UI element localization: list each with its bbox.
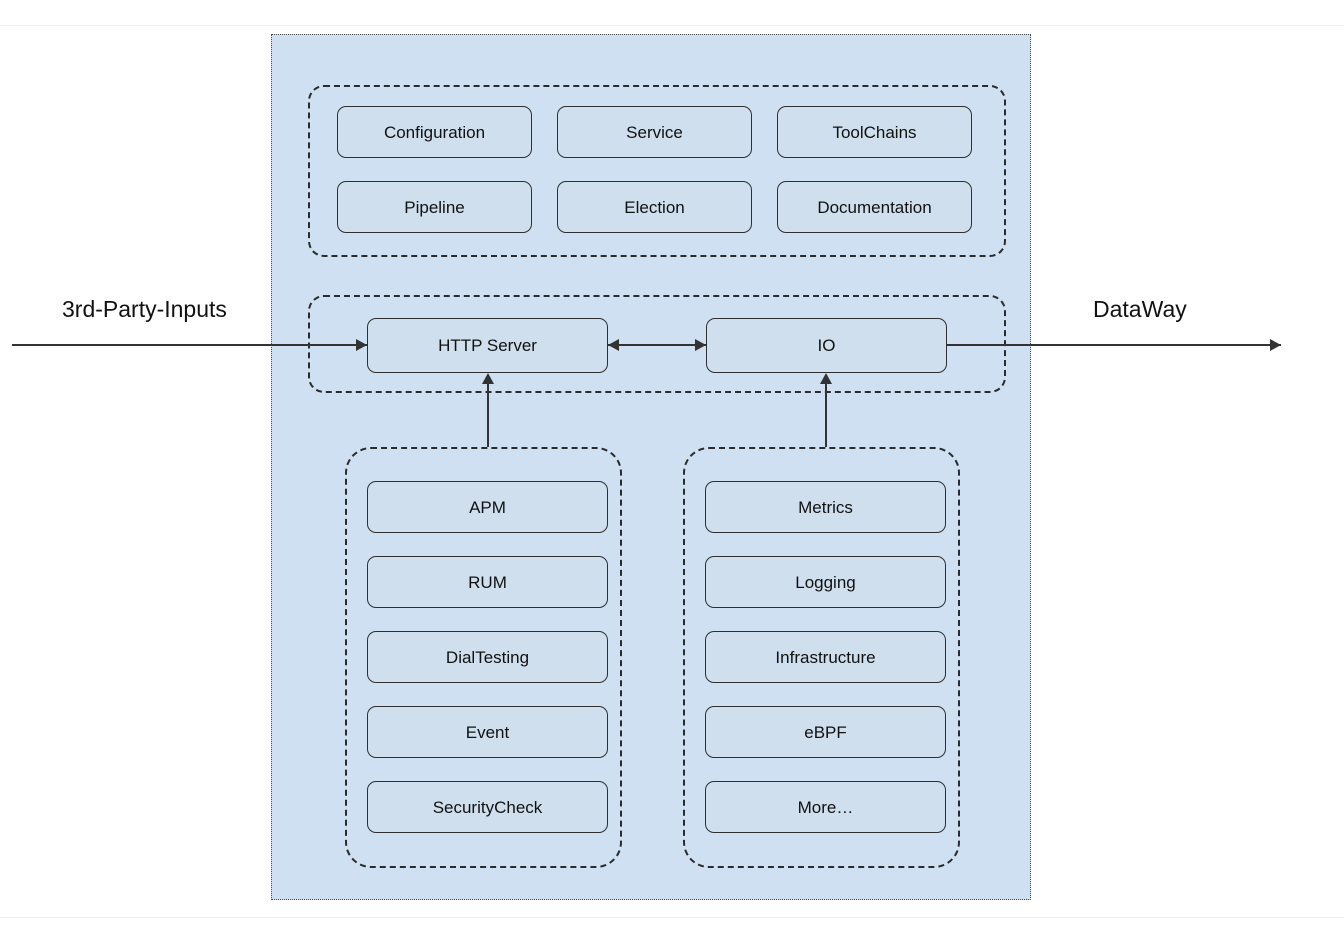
node-label: IO — [817, 336, 836, 355]
page-top-rule — [0, 25, 1344, 26]
node-label: Logging — [795, 572, 856, 592]
node-label: Documentation — [817, 197, 932, 217]
node-securitycheck[interactable]: SecurityCheck — [367, 781, 608, 833]
node-label: SecurityCheck — [432, 797, 543, 817]
external-label-dataway: DataWay — [1093, 296, 1187, 322]
node-toolchains[interactable]: ToolChains — [777, 106, 972, 158]
node-event[interactable]: Event — [367, 706, 608, 758]
arrowhead-apm-family-up-icon — [482, 373, 494, 384]
node-configuration[interactable]: Configuration — [337, 106, 532, 158]
node-label: Event — [465, 722, 510, 742]
node-http-server[interactable]: HTTP Server — [367, 318, 608, 373]
node-infrastructure[interactable]: Infrastructure — [705, 631, 946, 683]
node-ebpf[interactable]: eBPF — [705, 706, 946, 758]
arrowhead-into-http-server-icon — [356, 339, 367, 351]
node-pipeline[interactable]: Pipeline — [337, 181, 532, 233]
arrowhead-observability-family-up-icon — [820, 373, 832, 384]
node-label: RUM — [468, 572, 507, 592]
node-apm[interactable]: APM — [367, 481, 608, 533]
connector-inputs-to-http-server — [12, 344, 367, 346]
connector-io-to-dataway — [947, 344, 1281, 346]
page-bottom-rule — [0, 917, 1344, 918]
node-documentation[interactable]: Documentation — [777, 181, 972, 233]
connector-apm-family-to-http-server — [487, 375, 489, 447]
node-label: Election — [624, 197, 685, 217]
node-rum[interactable]: RUM — [367, 556, 608, 608]
connector-http-server-to-io — [608, 344, 706, 346]
node-more[interactable]: More… — [705, 781, 946, 833]
arrowhead-into-dataway-icon — [1270, 339, 1281, 351]
node-io[interactable]: IO — [706, 318, 947, 373]
node-dialtesting[interactable]: DialTesting — [367, 631, 608, 683]
arrowhead-into-io-icon — [695, 339, 706, 351]
connector-observability-family-to-io — [825, 375, 827, 447]
node-label: Metrics — [798, 497, 853, 517]
external-label-third-party-inputs: 3rd-Party-Inputs — [62, 296, 227, 322]
node-label: eBPF — [804, 722, 847, 742]
node-label: Configuration — [383, 122, 486, 142]
node-label: HTTP Server — [438, 336, 537, 355]
node-service[interactable]: Service — [557, 106, 752, 158]
node-metrics[interactable]: Metrics — [705, 481, 946, 533]
node-label: Service — [626, 122, 683, 142]
node-label: ToolChains — [832, 122, 917, 142]
diagram-canvas: 3rd-Party-Inputs DataWay Configuration S… — [0, 0, 1344, 926]
node-label: More… — [797, 797, 854, 817]
node-label: APM — [469, 497, 506, 517]
node-logging[interactable]: Logging — [705, 556, 946, 608]
arrowhead-back-to-http-server-icon — [608, 339, 619, 351]
node-label: DialTesting — [445, 647, 530, 667]
node-election[interactable]: Election — [557, 181, 752, 233]
node-label: Infrastructure — [775, 647, 876, 667]
node-label: Pipeline — [404, 197, 465, 217]
